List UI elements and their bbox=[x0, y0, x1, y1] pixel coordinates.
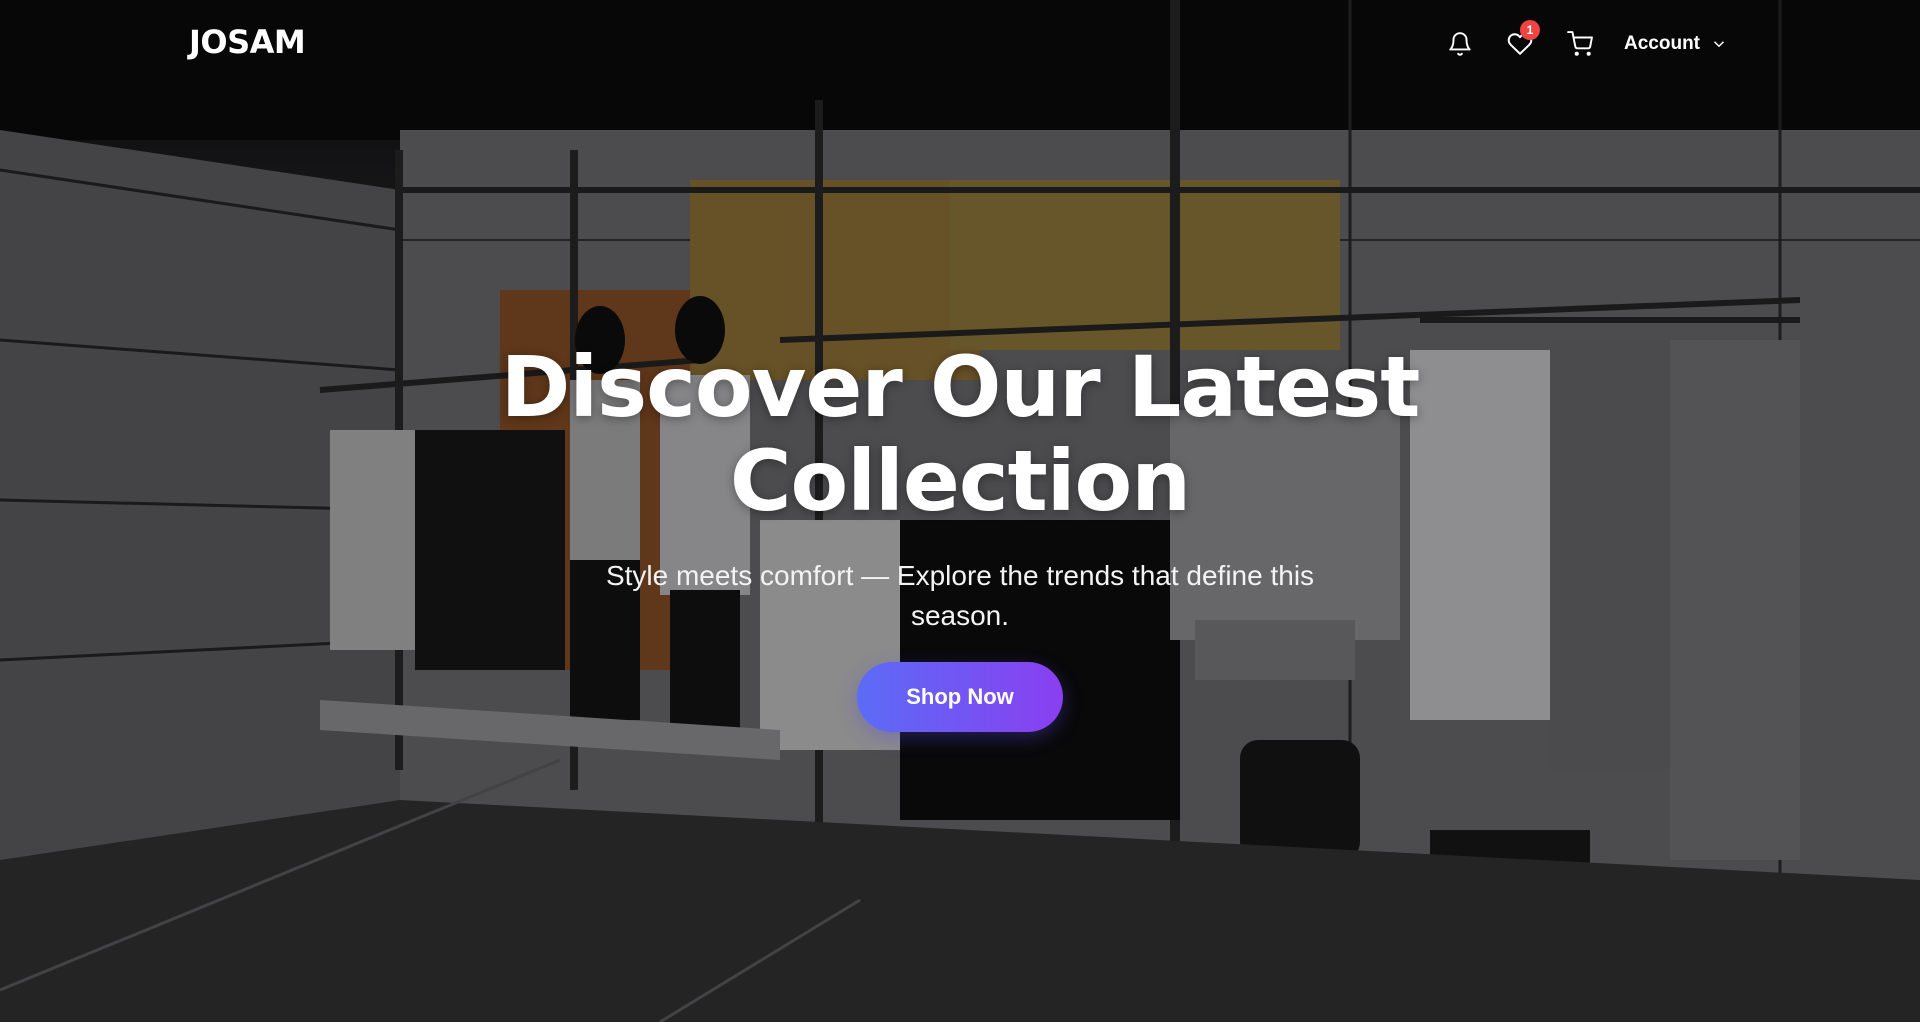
cart-button[interactable] bbox=[1560, 24, 1600, 64]
header-actions: 1 Account bbox=[1440, 20, 1728, 64]
account-menu-button[interactable]: Account bbox=[1624, 33, 1728, 55]
hero-section: JOSAM 1 Account Discover Our Latest Coll… bbox=[0, 0, 1920, 1022]
wishlist-count-badge: 1 bbox=[1520, 20, 1540, 40]
cart-icon bbox=[1567, 31, 1593, 56]
brand-logo[interactable]: JOSAM bbox=[189, 22, 306, 62]
account-label: Account bbox=[1624, 33, 1700, 54]
site-header: JOSAM 1 Account bbox=[0, 0, 1920, 86]
shop-now-button[interactable]: Shop Now bbox=[857, 662, 1063, 732]
wishlist-button[interactable]: 1 bbox=[1500, 20, 1540, 64]
hero-subtitle: Style meets comfort — Explore the trends… bbox=[605, 560, 1315, 631]
notifications-button[interactable] bbox=[1440, 24, 1480, 64]
bell-icon bbox=[1449, 32, 1471, 56]
chevron-down-icon bbox=[1713, 41, 1725, 48]
hero-content: Discover Our Latest Collection Style mee… bbox=[460, 340, 1460, 732]
hero-title: Discover Our Latest Collection bbox=[500, 338, 1421, 530]
